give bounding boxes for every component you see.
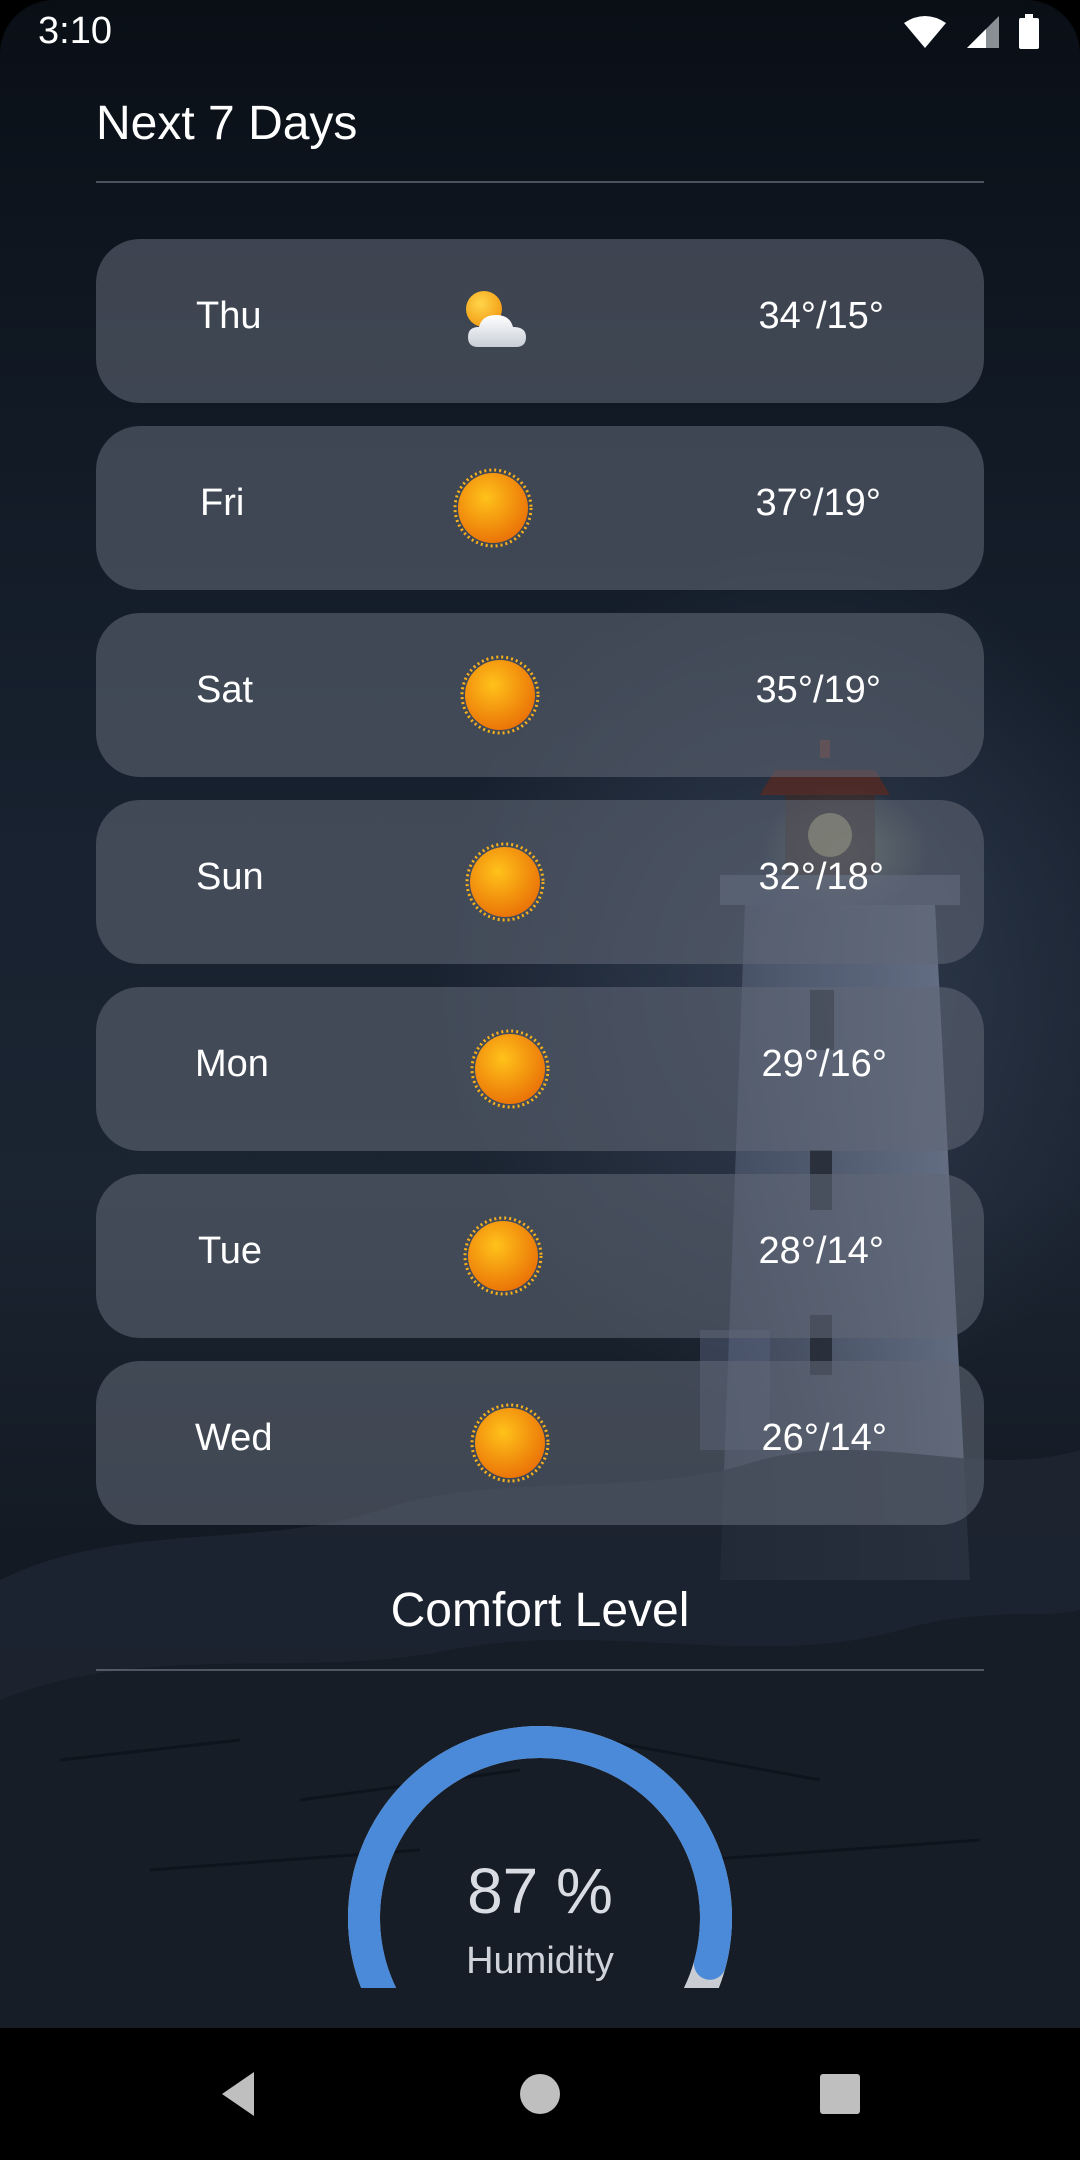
day-name: Wed [195, 1417, 273, 1459]
day-temperature: 35°/19° [755, 669, 882, 711]
status-icons [902, 14, 1040, 50]
forecast-title: Next 7 Days [96, 97, 358, 150]
humidity-label: Humidity [466, 1940, 614, 1982]
comfort-title: Comfort Level [390, 1584, 690, 1637]
day-name: Mon [195, 1043, 269, 1085]
humidity-value: 87 % [467, 1855, 613, 1927]
status-time: 3:10 [38, 10, 112, 52]
sunny-icon [453, 468, 533, 548]
wifi-icon [904, 16, 946, 48]
day-name: Tue [198, 1230, 263, 1272]
cellular-signal-icon [967, 16, 999, 48]
partly-cloudy-icon [466, 291, 526, 347]
forecast-day-card[interactable]: Tue 28°/14° [96, 1174, 984, 1338]
sunny-icon [470, 1029, 550, 1109]
forecast-day-card[interactable]: Sat 35°/19° [96, 613, 984, 777]
forecast-list: Thu 34°/15° Fri 37°/19° Sat 35°/19° Sun … [96, 239, 984, 1548]
day-name: Thu [196, 295, 262, 337]
day-temperature: 37°/19° [755, 482, 882, 524]
back-icon[interactable] [212, 2066, 268, 2122]
forecast-day-card[interactable]: Wed 26°/14° [96, 1361, 984, 1525]
day-temperature: 34°/15° [758, 295, 885, 337]
day-name: Sun [196, 856, 264, 898]
battery-icon [1019, 14, 1039, 49]
forecast-day-card[interactable]: Thu 34°/15° [96, 239, 984, 403]
sunny-icon [470, 1403, 550, 1483]
sunny-icon [465, 842, 545, 922]
day-temperature: 29°/16° [761, 1043, 888, 1085]
forecast-day-card[interactable]: Sun 32°/18° [96, 800, 984, 964]
sunny-icon [460, 655, 540, 735]
home-icon[interactable] [512, 2066, 568, 2122]
day-temperature: 28°/14° [758, 1230, 885, 1272]
sunny-icon [463, 1216, 543, 1296]
forecast-day-card[interactable]: Fri 37°/19° [96, 426, 984, 590]
weather-screen: 3:10 Next 7 Days Thu 34°/15° Fri 37°/19°… [0, 0, 1080, 2160]
navigation-bar [0, 2028, 1080, 2160]
forecast-divider [96, 181, 984, 183]
comfort-divider [96, 1669, 984, 1671]
day-name: Fri [200, 482, 245, 524]
recents-icon[interactable] [812, 2066, 868, 2122]
status-bar: 3:10 [0, 0, 1080, 66]
day-temperature: 26°/14° [761, 1417, 888, 1459]
day-temperature: 32°/18° [758, 856, 885, 898]
day-name: Sat [196, 669, 254, 711]
forecast-day-card[interactable]: Mon 29°/16° [96, 987, 984, 1151]
